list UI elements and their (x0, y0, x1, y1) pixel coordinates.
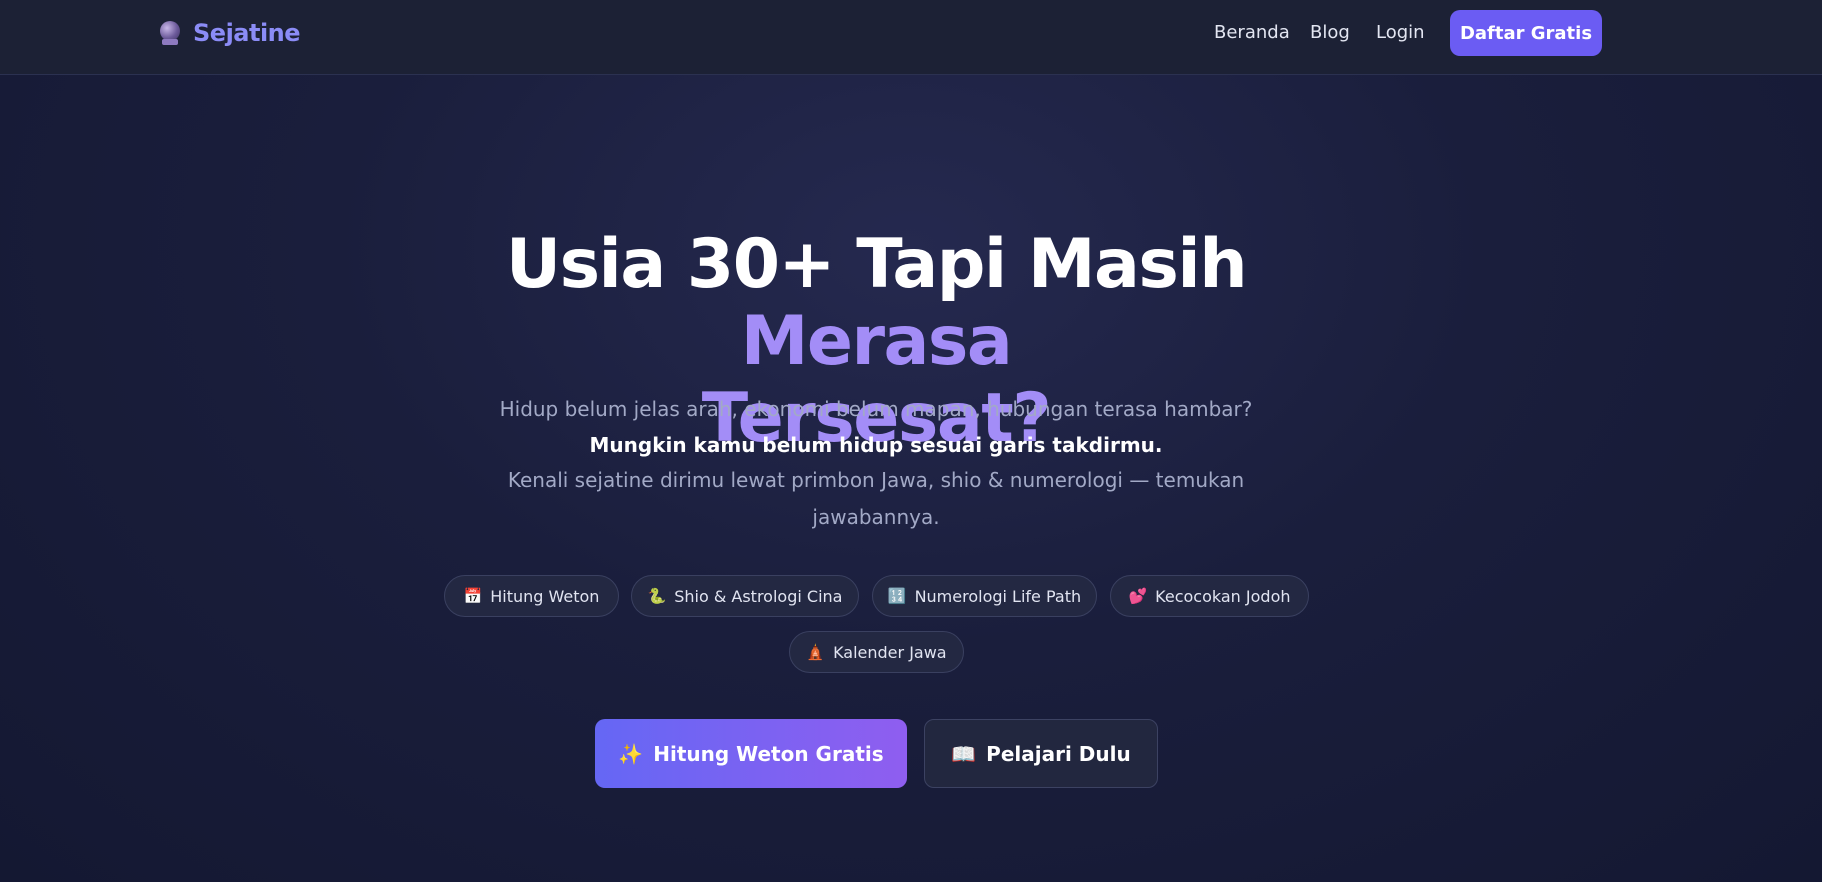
hero-subtitle-line-2: Mungkin kamu belum hidup sesuai garis ta… (589, 433, 1163, 457)
primary-button-label: Hitung Weton Gratis (653, 741, 884, 766)
nav-link-login[interactable]: Login (1376, 22, 1425, 43)
chip-label: Numerologi Life Path (914, 586, 1082, 606)
temple-icon: 🛕 (806, 643, 826, 661)
numbers-icon: 🔢 (887, 587, 907, 605)
hero-subtitle-line-4: jawabannya. (812, 505, 940, 529)
calendar-icon: 📅 (463, 587, 483, 605)
signup-button[interactable]: Daftar Gratis (1450, 10, 1602, 56)
chip-label: Kalender Jawa (833, 642, 947, 662)
chip-label: Hitung Weton (490, 586, 600, 606)
top-navbar: Sejatine Beranda Blog Login Daftar Grati… (0, 0, 1822, 75)
chip-kalender-jawa[interactable]: 🛕 Kalender Jawa (789, 631, 964, 673)
brand-name: Sejatine (193, 19, 301, 47)
brand-logo[interactable]: Sejatine (157, 19, 301, 47)
secondary-button-label: Pelajari Dulu (986, 741, 1131, 766)
headline-white-text: Usia 30+ Tapi Masih (505, 225, 1248, 304)
hero-subtitle-line-1: Hidup belum jelas arah, ekonomi belum ma… (499, 397, 1253, 421)
chip-label: Shio & Astrologi Cina (674, 586, 843, 606)
chip-kecocokan-jodoh[interactable]: 💕 Kecocokan Jodoh (1110, 575, 1309, 617)
nav-link-beranda[interactable]: Beranda (1214, 22, 1290, 43)
headline-accent-text: Merasa (740, 302, 1013, 381)
chip-numerologi[interactable]: 🔢 Numerologi Life Path (872, 575, 1097, 617)
book-icon: 📖 (951, 741, 977, 766)
nav-link-blog[interactable]: Blog (1310, 22, 1350, 43)
two-hearts-icon: 💕 (1128, 587, 1148, 605)
chip-hitung-weton[interactable]: 📅 Hitung Weton (444, 575, 619, 617)
chip-label: Kecocokan Jodoh (1155, 586, 1291, 606)
sparkles-icon: ✨ (618, 741, 644, 766)
hero-subtitle-line-3: Kenali sejatine dirimu lewat primbon Jaw… (507, 468, 1245, 492)
pelajari-dulu-button[interactable]: 📖 Pelajari Dulu (924, 719, 1158, 788)
crystal-ball-icon (157, 20, 183, 46)
hitung-weton-gratis-button[interactable]: ✨ Hitung Weton Gratis (595, 719, 907, 788)
chip-shio-astrologi[interactable]: 🐍 Shio & Astrologi Cina (631, 575, 859, 617)
snake-icon: 🐍 (647, 587, 667, 605)
